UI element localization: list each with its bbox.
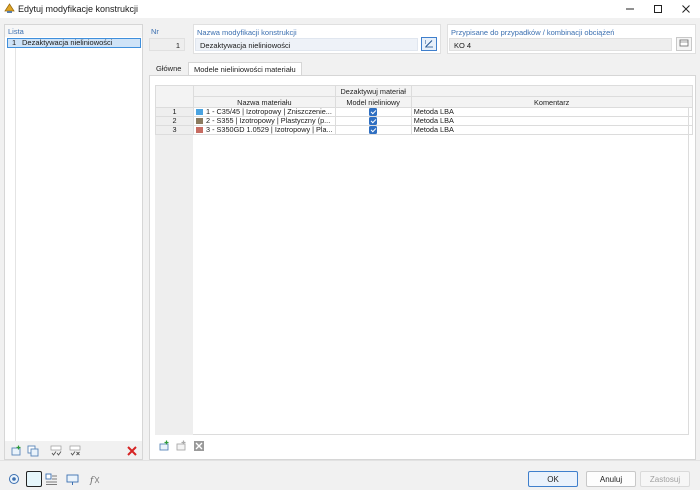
nr-label: Nr [151, 27, 159, 36]
material-name: 2 - S355 | Izotropowy | Plastyczny (p... [206, 116, 331, 126]
table-toolbar [155, 439, 215, 453]
material-name-header: Nazwa materiału [193, 96, 336, 108]
deactivate-header-line2: Model nieliniowy [334, 96, 412, 108]
material-color-swatch [196, 126, 203, 133]
table-row[interactable]: 1 1 - C35/45 | Izotropowy | Zniszczenie.… [155, 106, 693, 118]
material-color-swatch [196, 108, 203, 115]
deactivate-checkbox[interactable] [369, 126, 378, 134]
deactivate-cell[interactable] [334, 125, 412, 136]
deactivate-checkbox[interactable] [369, 108, 378, 116]
new-item-icon[interactable] [9, 444, 23, 458]
dialog-footer: f OK Anuluj Zastosuj [0, 460, 700, 490]
maximize-icon[interactable] [644, 0, 672, 18]
minimize-icon[interactable] [616, 0, 644, 18]
name-label: Nazwa modyfikacji konstrukcji [197, 28, 297, 37]
info-icon[interactable] [64, 471, 80, 487]
cancel-button[interactable]: Anuluj [586, 471, 636, 487]
deactivate-header-line1: Dezaktywuj materiał [334, 85, 412, 97]
material-name: 3 - S350GD 1.0529 | Izotropowy | Pla... [206, 125, 333, 135]
comment-header-top [410, 85, 693, 97]
search-icon[interactable] [6, 471, 22, 487]
list-toolbar [5, 441, 142, 459]
copy-item-icon[interactable] [26, 444, 40, 458]
comment-cell[interactable]: Metoda LBA [410, 116, 693, 127]
nr-field: 1 [149, 38, 185, 51]
title-bar: Edytuj modyfikacje konstrukcji [0, 0, 700, 18]
delete-icon[interactable] [125, 444, 139, 458]
table-row[interactable]: 2 2 - S355 | Izotropowy | Plastyczny (p.… [155, 116, 693, 127]
material-cell[interactable]: 2 - S355 | Izotropowy | Plastyczny (p... [193, 116, 336, 127]
uncheck-all-icon[interactable] [68, 444, 82, 458]
material-header-top [193, 85, 336, 97]
list-item-label: Dezaktywacja nieliniowości [22, 38, 113, 47]
list-header: Lista [5, 25, 142, 37]
app-icon [4, 3, 15, 14]
list-item-number: 1 [12, 38, 17, 47]
apply-button[interactable]: Zastosuj [640, 471, 690, 487]
row-number: 2 [155, 116, 194, 127]
tab-general[interactable]: Główne [151, 62, 187, 75]
check-all-icon[interactable] [49, 444, 63, 458]
table-row[interactable]: 3 3 - S350GD 1.0529 | Izotropowy | Pla..… [155, 125, 693, 136]
units-icon[interactable] [43, 471, 59, 487]
close-icon[interactable] [672, 0, 700, 18]
comment-cell[interactable]: Metoda LBA [410, 106, 693, 118]
select-load-cases-button[interactable] [676, 37, 692, 51]
deactivate-checkbox[interactable] [369, 117, 378, 125]
list-panel: Lista 1 Dezaktywacja nieliniowości [4, 24, 143, 460]
window-title: Edytuj modyfikacje konstrukcji [18, 4, 139, 14]
row-number: 3 [155, 125, 194, 136]
edit-text-icon: I [424, 38, 434, 50]
list-item[interactable]: 1 Dezaktywacja nieliniowości [7, 38, 141, 48]
svg-text:f: f [89, 476, 95, 486]
comment-header: Komentarz [410, 96, 693, 108]
material-color-swatch [196, 117, 203, 124]
deactivate-cell[interactable] [334, 116, 412, 127]
material-cell[interactable]: 1 - C35/45 | Izotropowy | Zniszczenie... [193, 106, 336, 118]
row-header-column [155, 85, 193, 435]
deactivate-cell[interactable] [334, 106, 412, 118]
insert-row-icon[interactable] [174, 439, 188, 453]
ok-button[interactable]: OK [528, 471, 578, 487]
material-name: 1 - C35/45 | Izotropowy | Zniszczenie... [206, 107, 332, 117]
add-row-icon[interactable] [157, 439, 171, 453]
assigned-label: Przypisane do przypadków / kombinacji ob… [451, 28, 615, 37]
materials-table: Dezaktywuj materiał Nazwa materiału Mode… [155, 85, 693, 136]
assigned-field: KO 4 [449, 38, 672, 51]
comment-cell[interactable]: Metoda LBA [410, 125, 693, 136]
formula-icon[interactable]: f [86, 471, 102, 487]
row-number-header [155, 85, 194, 108]
svg-text:I: I [425, 40, 426, 46]
tab-material-nonlinearity-models[interactable]: Modele nieliniowości materiału [188, 62, 302, 75]
display-toggle-icon[interactable] [26, 471, 42, 487]
material-cell[interactable]: 3 - S350GD 1.0529 | Izotropowy | Pla... [193, 125, 336, 136]
name-field[interactable]: Dezaktywacja nieliniowości [195, 38, 418, 51]
table-select-icon [679, 38, 689, 50]
delete-row-icon[interactable] [192, 439, 206, 453]
row-number: 1 [155, 106, 194, 118]
edit-name-button[interactable]: I [421, 37, 437, 51]
table-area [155, 85, 689, 435]
list-divider [15, 48, 16, 458]
